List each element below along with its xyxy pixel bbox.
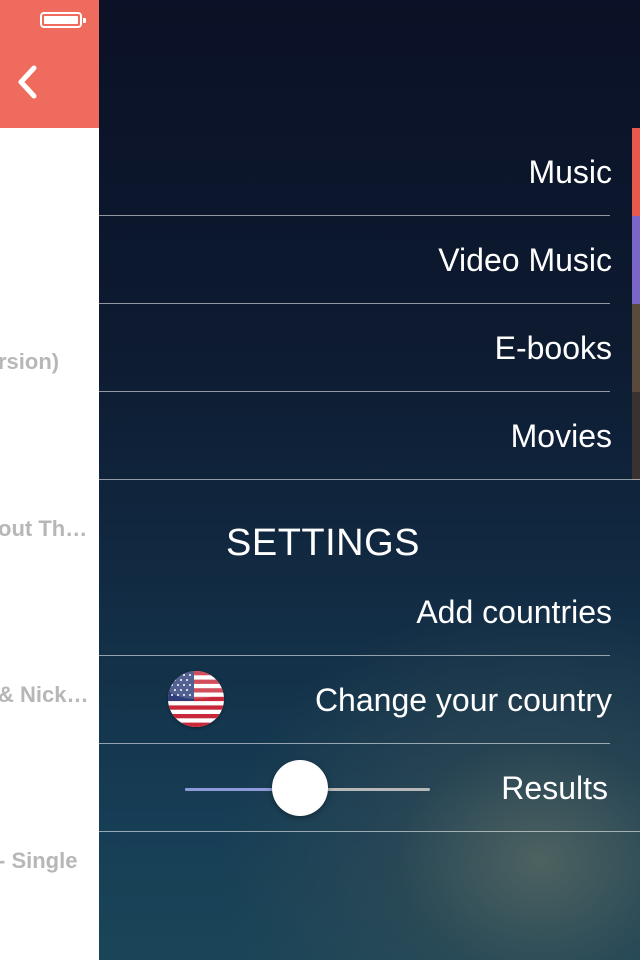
results-slider[interactable] — [185, 760, 430, 816]
us-flag-icon[interactable] — [168, 671, 224, 727]
settings-heading: SETTINGS — [226, 522, 421, 564]
add-countries-item[interactable]: Add countries — [99, 568, 640, 656]
menu-item-label: E-books — [494, 330, 612, 366]
list-item-text: out Th… — [0, 516, 88, 541]
menu-item-movies[interactable]: Movies — [99, 392, 640, 480]
menu-item-music[interactable]: Music — [99, 128, 640, 216]
slider-thumb[interactable] — [272, 760, 329, 816]
add-countries-label: Add countries — [416, 594, 612, 630]
main-view-peek[interactable]: rsion) out Th… & Nick… - Single — [0, 0, 99, 960]
main-header — [0, 0, 99, 128]
list-item-text: rsion) — [0, 349, 60, 374]
menu-item-video-music[interactable]: Video Music — [99, 216, 640, 304]
chevron-left-icon — [18, 65, 37, 99]
menu-item-ebooks[interactable]: E-books — [99, 304, 640, 392]
back-button[interactable] — [14, 64, 42, 100]
list-item-text: & Nick… — [0, 682, 89, 707]
battery-icon — [40, 12, 86, 28]
menu-item-label: Movies — [510, 418, 612, 454]
change-country-label: Change your country — [314, 682, 612, 718]
list-item-text: - Single — [0, 848, 78, 873]
menu-item-label: Video Music — [438, 242, 612, 278]
results-label: Results — [501, 770, 608, 806]
menu-item-label: Music — [528, 154, 612, 190]
divider — [99, 479, 640, 480]
divider — [99, 831, 640, 832]
